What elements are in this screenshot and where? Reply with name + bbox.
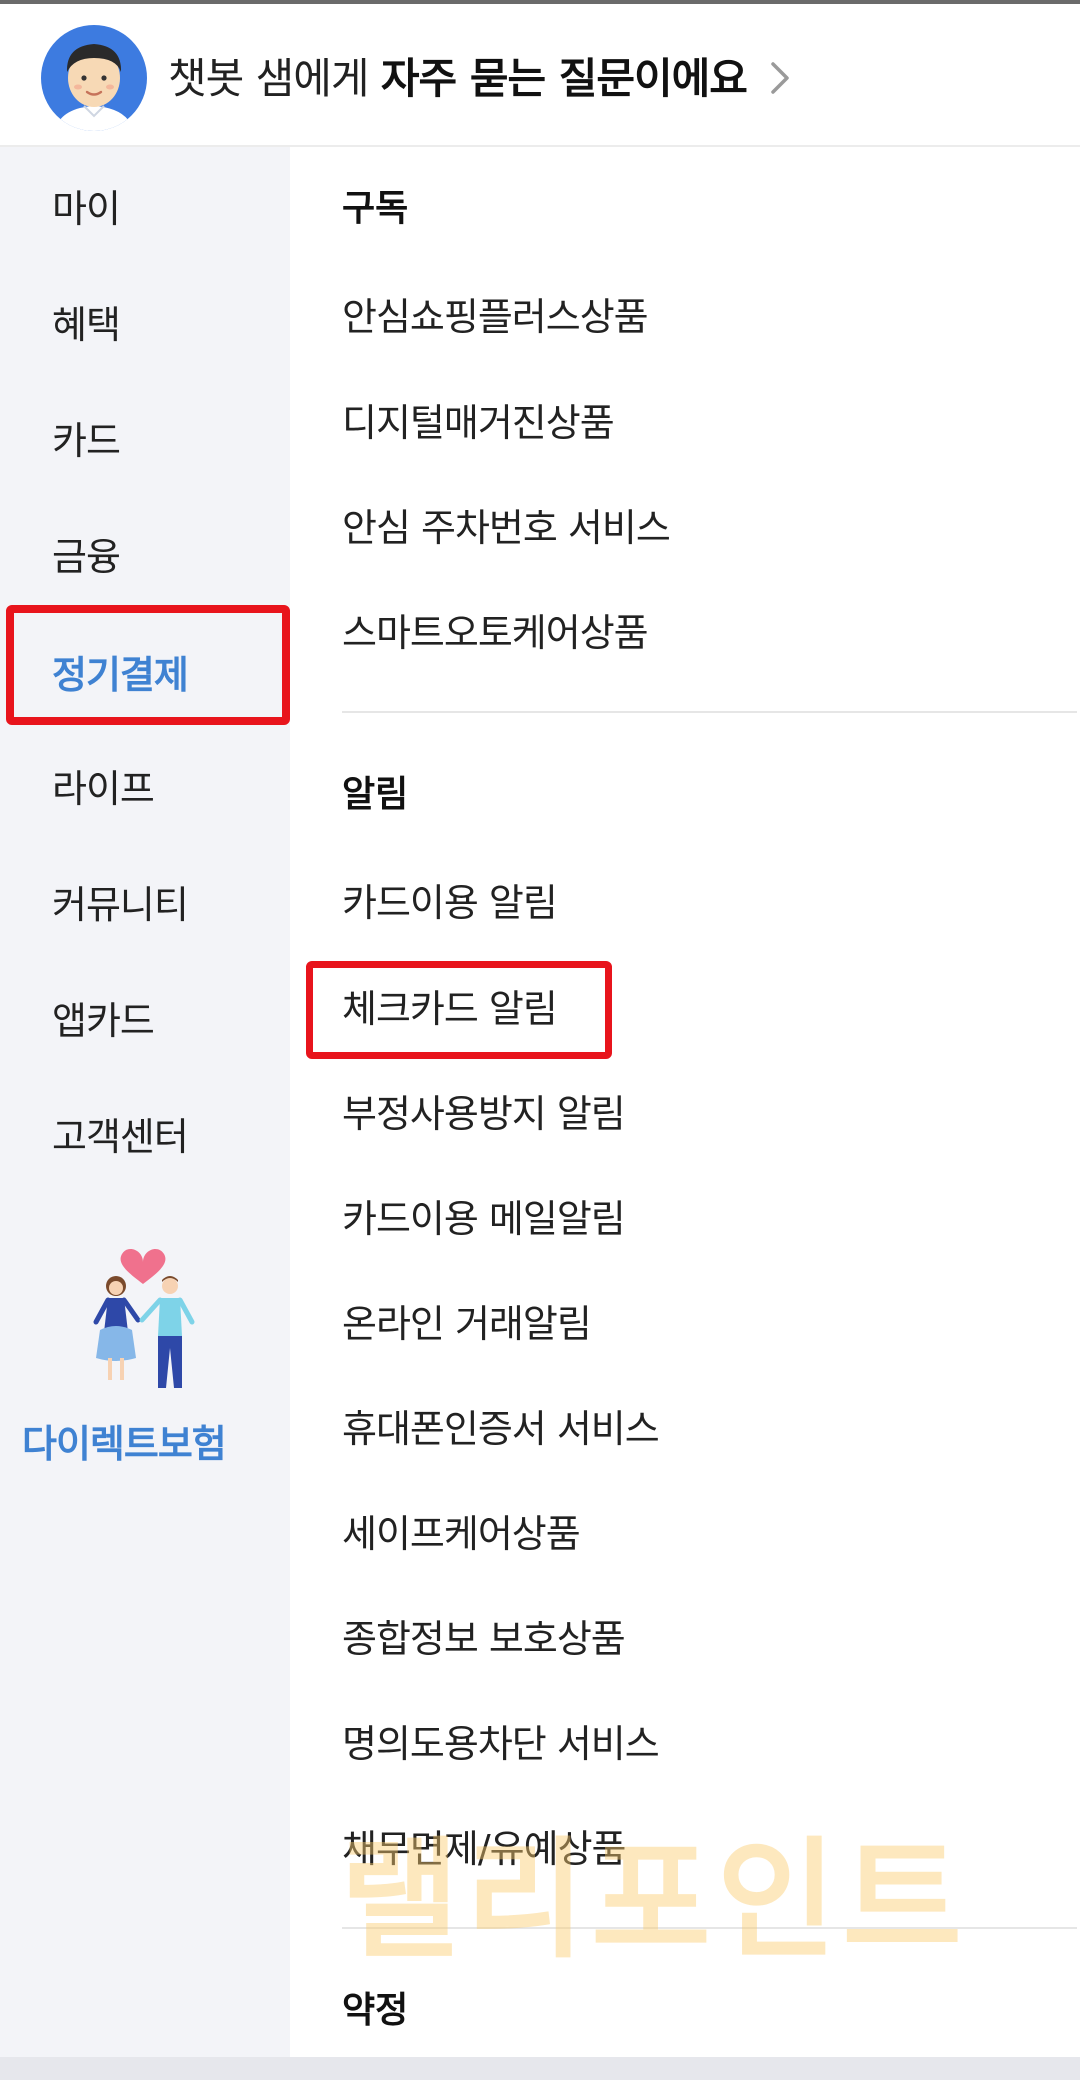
section-divider xyxy=(342,711,1077,713)
menu-item[interactable]: 카드이용 메일알림 xyxy=(342,1195,626,1243)
menu-item[interactable]: 온라인 거래알림 xyxy=(342,1300,592,1348)
section-title-notifications: 알림 xyxy=(342,774,409,815)
menu-item[interactable]: 스마트오토케어상품 xyxy=(342,609,649,657)
menu-item[interactable]: 명의도용차단 서비스 xyxy=(342,1720,660,1768)
chatbot-faq-banner[interactable]: 챗봇 샘에게 자주 묻는 질문이에요 xyxy=(0,4,1080,147)
sidebar-item-card[interactable]: 카드 xyxy=(52,417,121,465)
chatbot-faq-bold: 자주 묻는 질문이에요 xyxy=(380,54,748,103)
sidebar-item-my[interactable]: 마이 xyxy=(52,185,121,233)
chatbot-faq-title: 챗봇 샘에게 자주 묻는 질문이에요 xyxy=(168,52,748,106)
chatbot-avatar-icon xyxy=(41,25,147,131)
watermark-logo: 랠리포인트 xyxy=(340,1824,969,1976)
sidebar-item-customer-center[interactable]: 고객센터 xyxy=(52,1113,189,1161)
section-title-agreement: 약정 xyxy=(342,1990,409,2031)
couple-illustration-icon xyxy=(93,1248,195,1388)
highlight-box-check-card-alert xyxy=(306,961,612,1059)
menu-item[interactable]: 휴대폰인증서 서비스 xyxy=(342,1405,660,1453)
menu-item[interactable]: 부정사용방지 알림 xyxy=(342,1090,626,1138)
sidebar-item-finance[interactable]: 금융 xyxy=(52,533,121,581)
chatbot-faq-prefix: 챗봇 샘에게 xyxy=(168,54,370,103)
menu-item[interactable]: 카드이용 알림 xyxy=(342,879,558,927)
menu-item[interactable]: 종합정보 보호상품 xyxy=(342,1615,626,1663)
bottom-bar xyxy=(0,2057,1080,2080)
chevron-right-icon xyxy=(771,62,789,94)
category-sidebar: 마이 혜택 카드 금융 정기결제 라이프 커뮤니티 앱카드 고객센터 xyxy=(0,147,290,2057)
sidebar-item-app-card[interactable]: 앱카드 xyxy=(52,997,155,1045)
sidebar-item-benefits[interactable]: 혜택 xyxy=(52,301,121,349)
menu-item[interactable]: 안심쇼핑플러스상품 xyxy=(342,293,649,341)
menu-item[interactable]: 안심 주차번호 서비스 xyxy=(342,504,671,552)
menu-item[interactable]: 세이프케어상품 xyxy=(342,1510,581,1558)
sidebar-item-life[interactable]: 라이프 xyxy=(52,765,155,813)
sidebar-item-community[interactable]: 커뮤니티 xyxy=(52,881,189,929)
section-title-subscription: 구독 xyxy=(342,188,409,229)
menu-content: 구독 안심쇼핑플러스상품 디지털매거진상품 안심 주차번호 서비스 스마트오토케… xyxy=(290,147,1080,2057)
highlight-box-recurring-payment xyxy=(6,605,290,725)
menu-item[interactable]: 디지털매거진상품 xyxy=(342,399,615,447)
direct-insurance-link[interactable]: 다이렉트보험 xyxy=(22,1420,227,1468)
